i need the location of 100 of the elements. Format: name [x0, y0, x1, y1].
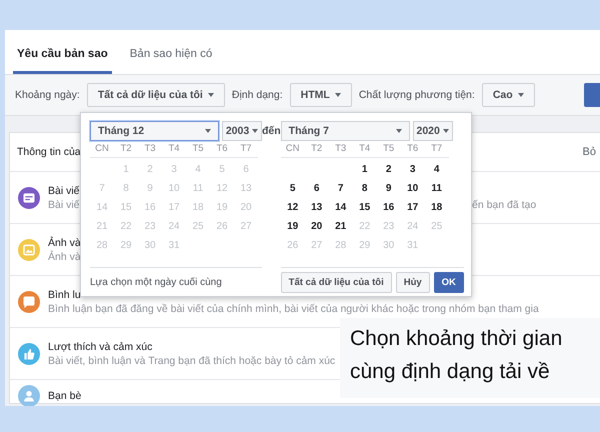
calendar-day: 13 [234, 179, 258, 198]
month-select[interactable]: Tháng 7 [280, 121, 410, 141]
filter-dropdown[interactable]: Cao [482, 83, 535, 107]
calendar-day: 22 [352, 217, 377, 236]
calendar-day[interactable]: 20 [304, 217, 329, 236]
calendar-day[interactable]: 4 [424, 160, 449, 179]
weekday-label: CN [90, 141, 114, 158]
calendar-day[interactable]: 18 [424, 198, 449, 217]
calendar-day[interactable]: 2 [376, 160, 401, 179]
calendar-day: 4 [186, 160, 210, 179]
filter-dropdown[interactable]: Tất cả dữ liệu của tôi [86, 83, 225, 107]
calendar-day: 3 [162, 160, 186, 179]
weekday-label: T3 [328, 141, 353, 158]
calendar-day[interactable]: 3 [400, 160, 425, 179]
calendar-day: 7 [90, 179, 114, 198]
weekday-label: T2 [304, 141, 329, 158]
calendar-day[interactable]: 19 [280, 217, 305, 236]
calendar-day[interactable]: 14 [328, 198, 353, 217]
calendar-day[interactable]: 16 [376, 198, 401, 217]
item-description: Bình luận bạn đã đăng về bài viết của chính mình, bài viết của người khác hoặc trong nhóm bạn tham gia [48, 302, 539, 314]
calendar-day[interactable]: 6 [304, 179, 329, 198]
calendar-day[interactable]: 7 [328, 179, 353, 198]
range-separator: đến [262, 124, 281, 139]
calendar-day: 26 [280, 236, 305, 255]
calendar-day: 15 [114, 198, 138, 217]
year-select[interactable]: 2003 [222, 121, 262, 141]
calendar-day: 22 [114, 217, 138, 236]
caret-icon [396, 129, 402, 133]
calendar-day[interactable]: 1 [352, 160, 377, 179]
calendar-day[interactable]: 13 [304, 198, 329, 217]
calendar-day[interactable]: 12 [280, 198, 305, 217]
tab[interactable]: Bản sao hiện có [126, 48, 216, 74]
calendar-day: 29 [114, 236, 138, 255]
item-description: Bài viết, bình luận và Trang bạn đã thích hoặc bày tỏ cảm xúc [48, 354, 336, 366]
calendar-day: 25 [424, 217, 449, 236]
weekday-label: T3 [138, 141, 162, 158]
hint-text: Lựa chọn một ngày cuối cùng [90, 276, 222, 288]
calendar-day: 18 [186, 198, 210, 217]
calendar-day[interactable]: 21 [328, 217, 353, 236]
item-title: Bạn bè [48, 390, 82, 402]
item-description: Ảnh và [48, 250, 81, 262]
caption-text: Chọn khoảng thời gian [350, 326, 564, 352]
calendar-day: 29 [352, 236, 377, 255]
month-select[interactable]: Tháng 12 [90, 121, 219, 141]
calendar-day: 27 [234, 217, 258, 236]
calendar-day: 31 [400, 236, 425, 255]
caret-icon [208, 93, 214, 97]
item-title: Ảnh và [48, 236, 81, 248]
calendar-day[interactable]: 9 [376, 179, 401, 198]
calendar-day: 2 [138, 160, 162, 179]
item-description: ến bạn đã tạo [472, 198, 536, 210]
calendar-day: 5 [210, 160, 234, 179]
calendar-day: 24 [162, 217, 186, 236]
calendar-day[interactable]: 17 [400, 198, 425, 217]
calendar-day: 27 [304, 236, 329, 255]
filter-dropdown[interactable]: HTML [290, 83, 352, 107]
weekday-label: T4 [162, 141, 186, 158]
calendar-day: 12 [210, 179, 234, 198]
item-title: Lượt thích và cảm xúc [48, 340, 152, 352]
filter-label: Định dạng: [232, 89, 283, 101]
weekday-label: T6 [400, 141, 425, 158]
year-select[interactable]: 2020 [412, 121, 453, 141]
calendar-day: 23 [138, 217, 162, 236]
calendar-day: 26 [210, 217, 234, 236]
weekday-label: T7 [234, 141, 258, 158]
action-button[interactable] [584, 83, 600, 107]
caret-icon [334, 93, 341, 97]
caret-icon [205, 129, 211, 133]
calendar-day: 11 [186, 179, 210, 198]
weekday-label: T4 [352, 141, 377, 158]
confirm-button[interactable]: OK [434, 272, 464, 292]
weekday-label: T5 [376, 141, 401, 158]
section-header: Thông tin của [17, 146, 81, 158]
weekday-label: CN [280, 141, 305, 158]
header-link[interactable]: Bỏ [582, 146, 596, 158]
dialog-button[interactable]: Hủy [396, 272, 430, 292]
weekday-label: T7 [424, 141, 449, 158]
filter-label: Chất lượng phương tiện: [358, 89, 475, 101]
calendar-day[interactable]: 5 [280, 179, 305, 198]
calendar-day: 28 [328, 236, 353, 255]
calendar-day[interactable]: 10 [400, 179, 425, 198]
calendar-day[interactable]: 8 [352, 179, 377, 198]
caret-icon [442, 129, 449, 133]
calendar-day: 25 [186, 217, 210, 236]
item-title: Bài viế [48, 184, 80, 196]
calendar-day: 28 [90, 236, 114, 255]
calendar-day: 17 [162, 198, 186, 217]
calendar-day: 10 [162, 179, 186, 198]
weekday-label: T6 [210, 141, 234, 158]
calendar-day[interactable]: 11 [424, 179, 449, 198]
weekday-label: T5 [186, 141, 210, 158]
calendar-day: 31 [162, 236, 186, 255]
dialog-button[interactable]: Tất cả dữ liệu của tôi [280, 272, 392, 292]
calendar-day: 14 [90, 198, 114, 217]
calendar-day[interactable]: 15 [352, 198, 377, 217]
calendar-day: 6 [234, 160, 258, 179]
calendar-day: 21 [90, 217, 114, 236]
calendar-day: 23 [376, 217, 401, 236]
calendar-day: 20 [234, 198, 258, 217]
calendar-day: 9 [138, 179, 162, 198]
